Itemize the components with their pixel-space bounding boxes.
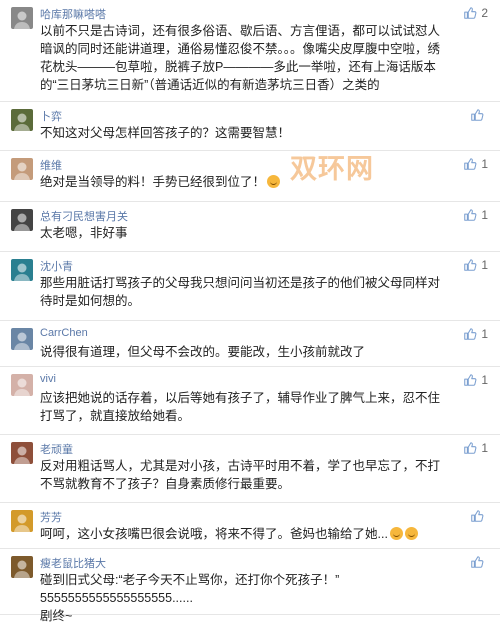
username-link[interactable]: 瘦老鼠比猪大 [40,555,106,571]
thumbs-up-icon [463,258,477,272]
comment-text: 碰到旧式父母:“老子今天不止骂你，还打你个死孩子！” 5555555555555… [40,573,340,623]
comment-text: 呵呵，这小女孩嘴巴很会说哦，将来不得了。爸妈也输给了她... [40,525,452,543]
like-button[interactable]: 1 [463,326,488,342]
like-count: 1 [481,157,488,171]
like-count: 1 [481,208,488,222]
avatar[interactable] [11,328,33,350]
grin-emoji-icon [404,527,418,540]
like-count: 2 [481,6,488,20]
username-link[interactable]: 总有刁民想害月关 [40,208,128,224]
thumbs-up-icon [470,555,484,569]
comment-item: 维维 绝对是当领导的料！手势已经很到位了！ 1 [0,151,500,202]
username-link[interactable]: vivi [40,373,56,385]
like-count: 1 [481,258,488,272]
like-button[interactable]: 1 [463,156,488,172]
thumbs-up-icon [463,208,477,222]
like-count: 1 [481,441,488,455]
comment-text: 不知这对父母怎样回答孩子的？这需要智慧！ [40,126,291,140]
like-button[interactable]: 2 [463,5,488,21]
like-button[interactable]: 1 [463,207,488,223]
username-link[interactable]: 维维 [40,157,62,173]
comment-item: 老顽童反对用粗话骂人，尤其是对小孩，古诗平时用不着，学了也早忘了，不打不骂就教育… [0,435,500,503]
avatar[interactable] [11,7,33,29]
comment-item: 沈小青那些用脏话打骂孩子的父母我只想问问当初还是孩子的他们被父母同样对待时是如何… [0,252,500,321]
thumbs-up-icon [463,373,477,387]
like-button[interactable] [470,107,488,123]
like-button[interactable]: 1 [463,440,488,456]
username-link[interactable]: 沈小青 [40,258,73,274]
thumbs-up-icon [470,509,484,523]
like-button[interactable]: 1 [463,372,488,388]
comment-text: 以前不只是古诗词，还有很多俗语、歇后语、方言俚语，都可以试试怼人暗讽的同时还能讲… [40,24,441,92]
thumbs-up-icon [463,157,477,171]
like-button[interactable] [470,554,488,570]
like-button[interactable] [470,508,488,524]
comment-text: 绝对是当领导的料！手势已经很到位了！ [40,173,452,191]
comment-text: 说得很有道理，但父母不会改的。要能改，生小孩前就改了 [40,345,366,359]
thumbs-up-icon [463,441,477,455]
like-count: 1 [481,373,488,387]
comment-text: 那些用脏话打骂孩子的父母我只想问问当初还是孩子的他们被父母同样对待时是如何想的。 [40,276,441,308]
like-count: 1 [481,327,488,341]
comment-item: 哈库那嘛嗒嗒以前不只是古诗词，还有很多俗语、歇后语、方言俚语，都可以试试怼人暗讽… [0,0,500,102]
smile-emoji-icon [389,527,403,540]
avatar[interactable] [11,556,33,578]
comment-item: CarrChen 说得很有道理，但父母不会改的。要能改，生小孩前就改了 1 [0,321,500,367]
username-link[interactable]: 卜弈 [40,108,62,124]
avatar[interactable] [11,510,33,532]
avatar[interactable] [11,259,33,281]
username-link[interactable]: 芳芳 [40,509,62,525]
comment-item: vivi 应该把她说的话存着，以后等她有孩子了，辅导作业了脾气上来，忍不住打骂了，… [0,367,500,435]
comment-item: 芳芳 呵呵，这小女孩嘴巴很会说哦，将来不得了。爸妈也输给了她... [0,503,500,549]
smile-emoji-icon [267,175,281,188]
comment-text: 反对用粗话骂人，尤其是对小孩，古诗平时用不着，学了也早忘了，不打不骂就教育不了孩… [40,459,441,491]
username-link[interactable]: CarrChen [40,327,88,339]
avatar[interactable] [11,209,33,231]
avatar[interactable] [11,158,33,180]
comment-item: 卜弈不知这对父母怎样回答孩子的？这需要智慧！ [0,102,500,151]
comment-item: 总有刁民想害月关 太老嗯，非好事 1 [0,202,500,252]
username-link[interactable]: 哈库那嘛嗒嗒 [40,6,106,22]
comment-item: 瘦老鼠比猪大碰到旧式父母:“老子今天不止骂你，还打你个死孩子！” 5555555… [0,549,500,623]
avatar[interactable] [11,374,33,396]
avatar[interactable] [11,109,33,131]
comment-text: 应该把她说的话存着，以后等她有孩子了，辅导作业了脾气上来，忍不住打骂了，就直接放… [40,391,441,423]
thumbs-up-icon [463,6,477,20]
thumbs-up-icon [470,108,484,122]
like-button[interactable]: 1 [463,257,488,273]
thumbs-up-icon [463,327,477,341]
comment-text: 太老嗯，非好事 [40,226,128,240]
avatar[interactable] [11,442,33,464]
username-link[interactable]: 老顽童 [40,441,73,457]
